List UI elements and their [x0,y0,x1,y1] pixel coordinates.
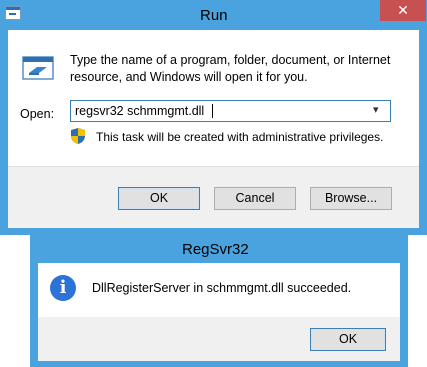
run-dialog: Run ✕ Type the name of a program, folder… [0,0,427,235]
regsvr32-ok-button[interactable]: OK [310,328,386,351]
open-label: Open: [20,107,55,121]
open-combobox[interactable]: regsvr32 schmmgmt.dll ▾ [70,100,391,122]
regsvr32-title: RegSvr32 [182,241,249,258]
admin-privileges-note: This task will be created with administr… [96,130,384,144]
text-cursor [212,104,213,118]
run-titlebar[interactable]: Run ✕ [0,0,427,30]
run-client-area: Type the name of a program, folder, docu… [8,30,419,228]
uac-shield-icon [71,128,85,144]
cancel-button[interactable]: Cancel [214,187,296,210]
run-title: Run [200,7,228,24]
run-prompt-text: Type the name of a program, folder, docu… [70,53,391,84]
chevron-down-icon[interactable]: ▾ [373,103,379,116]
information-icon: i [50,275,76,301]
regsvr32-message: DllRegisterServer in schmmgmt.dll succee… [92,281,352,295]
regsvr32-dialog: RegSvr32 i DllRegisterServer in schmmgmt… [30,234,408,367]
run-app-icon[interactable] [5,6,21,20]
regsvr32-button-bar: OK [38,317,400,361]
run-program-icon [22,56,54,80]
close-icon: ✕ [397,2,409,18]
browse-button[interactable]: Browse... [310,187,392,210]
regsvr32-client-area: i DllRegisterServer in schmmgmt.dll succ… [38,263,400,361]
close-button[interactable]: ✕ [380,0,426,21]
ok-button[interactable]: OK [118,187,200,210]
run-button-bar: OK Cancel Browse... [8,166,419,228]
open-input[interactable]: regsvr32 schmmgmt.dll [75,104,204,118]
